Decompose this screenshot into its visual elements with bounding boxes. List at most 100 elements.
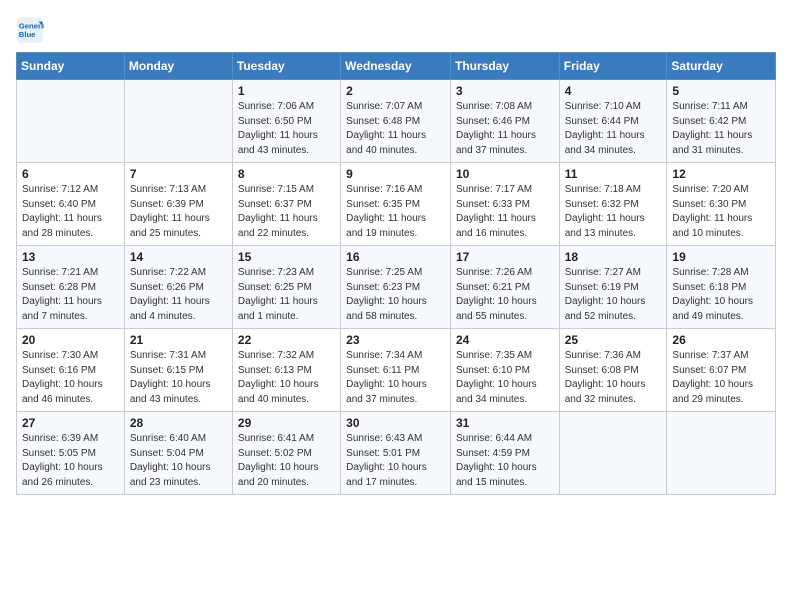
calendar-cell: 17 Sunrise: 7:26 AM Sunset: 6:21 PM Dayli… [450,246,559,329]
calendar-cell: 31 Sunrise: 6:44 AM Sunset: 4:59 PM Dayli… [450,412,559,495]
day-number: 30 [346,416,445,430]
day-info: Sunrise: 6:44 AM Sunset: 4:59 PM Dayligh… [456,432,554,490]
day-number: 4 [565,84,662,98]
day-number: 20 [22,333,119,347]
calendar-cell: 19 Sunrise: 7:28 AM Sunset: 6:18 PM Dayli… [667,246,776,329]
day-number: 6 [22,167,119,181]
day-number: 9 [346,167,445,181]
day-number: 17 [456,250,554,264]
calendar-cell: 24 Sunrise: 7:35 AM Sunset: 6:10 PM Dayli… [450,329,559,412]
calendar-cell: 28Sunrise: 6:40 AM Sunset: 5:04 PM Dayli… [124,412,232,495]
day-number: 19 [672,250,770,264]
calendar-cell [17,80,125,163]
weekday-header: Sunday [17,53,125,80]
calendar-cell: 12Sunrise: 7:20 AM Sunset: 6:30 PM Dayli… [667,163,776,246]
day-info: Sunrise: 6:39 AM Sunset: 5:05 PM Dayligh… [22,432,119,490]
day-number: 13 [22,250,119,264]
calendar-cell: 15 Sunrise: 7:23 AM Sunset: 6:25 PM Dayli… [232,246,340,329]
day-info: Sunrise: 7:13 AM Sunset: 6:39 PM Dayligh… [130,183,227,241]
calendar-cell: 25Sunrise: 7:36 AM Sunset: 6:08 PM Dayli… [559,329,667,412]
calendar-cell: 16 Sunrise: 7:25 AM Sunset: 6:23 PM Dayli… [341,246,451,329]
calendar-cell: 18 Sunrise: 7:27 AM Sunset: 6:19 PM Dayli… [559,246,667,329]
day-number: 10 [456,167,554,181]
calendar-cell: 11Sunrise: 7:18 AM Sunset: 6:32 PM Dayli… [559,163,667,246]
day-info: Sunrise: 7:27 AM Sunset: 6:19 PM Dayligh… [565,266,662,324]
day-info: Sunrise: 7:35 AM Sunset: 6:10 PM Dayligh… [456,349,554,407]
calendar-cell: 21 Sunrise: 7:31 AM Sunset: 6:15 PM Dayli… [124,329,232,412]
day-info: Sunrise: 7:15 AM Sunset: 6:37 PM Dayligh… [238,183,335,241]
day-number: 29 [238,416,335,430]
calendar-cell: 29 Sunrise: 6:41 AM Sunset: 5:02 PM Dayli… [232,412,340,495]
day-number: 7 [130,167,227,181]
day-info: Sunrise: 6:41 AM Sunset: 5:02 PM Dayligh… [238,432,335,490]
weekday-header: Thursday [450,53,559,80]
day-info: Sunrise: 7:18 AM Sunset: 6:32 PM Dayligh… [565,183,662,241]
day-number: 18 [565,250,662,264]
calendar-cell: 14 Sunrise: 7:22 AM Sunset: 6:26 PM Dayli… [124,246,232,329]
day-info: Sunrise: 7:17 AM Sunset: 6:33 PM Dayligh… [456,183,554,241]
calendar-cell [559,412,667,495]
day-number: 14 [130,250,227,264]
weekday-header: Friday [559,53,667,80]
logo: General Blue [16,16,48,44]
day-info: Sunrise: 7:21 AM Sunset: 6:28 PM Dayligh… [22,266,119,324]
day-number: 15 [238,250,335,264]
weekday-header: Monday [124,53,232,80]
day-number: 8 [238,167,335,181]
logo-icon: General Blue [16,16,44,44]
day-info: Sunrise: 7:11 AM Sunset: 6:42 PM Dayligh… [672,100,770,158]
calendar-cell: 3 Sunrise: 7:08 AM Sunset: 6:46 PM Daylig… [450,80,559,163]
day-number: 31 [456,416,554,430]
day-info: Sunrise: 7:23 AM Sunset: 6:25 PM Dayligh… [238,266,335,324]
day-number: 5 [672,84,770,98]
day-info: Sunrise: 6:43 AM Sunset: 5:01 PM Dayligh… [346,432,445,490]
svg-text:Blue: Blue [19,30,36,39]
calendar-cell: 20 Sunrise: 7:30 AM Sunset: 6:16 PM Dayli… [17,329,125,412]
day-info: Sunrise: 7:28 AM Sunset: 6:18 PM Dayligh… [672,266,770,324]
calendar-cell: 10 Sunrise: 7:17 AM Sunset: 6:33 PM Dayli… [450,163,559,246]
day-number: 26 [672,333,770,347]
day-info: Sunrise: 7:26 AM Sunset: 6:21 PM Dayligh… [456,266,554,324]
calendar-cell: 26 Sunrise: 7:37 AM Sunset: 6:07 PM Dayli… [667,329,776,412]
day-info: Sunrise: 7:30 AM Sunset: 6:16 PM Dayligh… [22,349,119,407]
day-info: Sunrise: 7:31 AM Sunset: 6:15 PM Dayligh… [130,349,227,407]
day-number: 27 [22,416,119,430]
day-number: 1 [238,84,335,98]
weekday-header: Tuesday [232,53,340,80]
day-info: Sunrise: 7:22 AM Sunset: 6:26 PM Dayligh… [130,266,227,324]
calendar-cell: 6 Sunrise: 7:12 AM Sunset: 6:40 PM Daylig… [17,163,125,246]
day-number: 25 [565,333,662,347]
calendar-cell [124,80,232,163]
day-info: Sunrise: 7:12 AM Sunset: 6:40 PM Dayligh… [22,183,119,241]
day-info: Sunrise: 7:06 AM Sunset: 6:50 PM Dayligh… [238,100,335,158]
day-number: 16 [346,250,445,264]
calendar-cell: 23 Sunrise: 7:34 AM Sunset: 6:11 PM Dayli… [341,329,451,412]
day-number: 2 [346,84,445,98]
day-info: Sunrise: 7:32 AM Sunset: 6:13 PM Dayligh… [238,349,335,407]
calendar-cell [667,412,776,495]
calendar-cell: 30 Sunrise: 6:43 AM Sunset: 5:01 PM Dayli… [341,412,451,495]
calendar-table: SundayMondayTuesdayWednesdayThursdayFrid… [16,52,776,495]
calendar-cell: 5 Sunrise: 7:11 AM Sunset: 6:42 PM Daylig… [667,80,776,163]
calendar-cell: 27 Sunrise: 6:39 AM Sunset: 5:05 PM Dayli… [17,412,125,495]
calendar-cell: 13 Sunrise: 7:21 AM Sunset: 6:28 PM Dayli… [17,246,125,329]
calendar-cell: 9Sunrise: 7:16 AM Sunset: 6:35 PM Daylig… [341,163,451,246]
calendar-cell: 7 Sunrise: 7:13 AM Sunset: 6:39 PM Daylig… [124,163,232,246]
day-info: Sunrise: 7:25 AM Sunset: 6:23 PM Dayligh… [346,266,445,324]
day-number: 23 [346,333,445,347]
weekday-header: Saturday [667,53,776,80]
calendar-cell: 8 Sunrise: 7:15 AM Sunset: 6:37 PM Daylig… [232,163,340,246]
day-number: 3 [456,84,554,98]
day-number: 22 [238,333,335,347]
day-info: Sunrise: 7:34 AM Sunset: 6:11 PM Dayligh… [346,349,445,407]
calendar-cell: 4Sunrise: 7:10 AM Sunset: 6:44 PM Daylig… [559,80,667,163]
day-info: Sunrise: 7:08 AM Sunset: 6:46 PM Dayligh… [456,100,554,158]
day-number: 24 [456,333,554,347]
day-number: 21 [130,333,227,347]
page-header: General Blue [16,16,776,44]
day-info: Sunrise: 7:37 AM Sunset: 6:07 PM Dayligh… [672,349,770,407]
calendar-cell: 1 Sunrise: 7:06 AM Sunset: 6:50 PM Daylig… [232,80,340,163]
weekday-header: Wednesday [341,53,451,80]
day-info: Sunrise: 7:20 AM Sunset: 6:30 PM Dayligh… [672,183,770,241]
calendar-cell: 2Sunrise: 7:07 AM Sunset: 6:48 PM Daylig… [341,80,451,163]
